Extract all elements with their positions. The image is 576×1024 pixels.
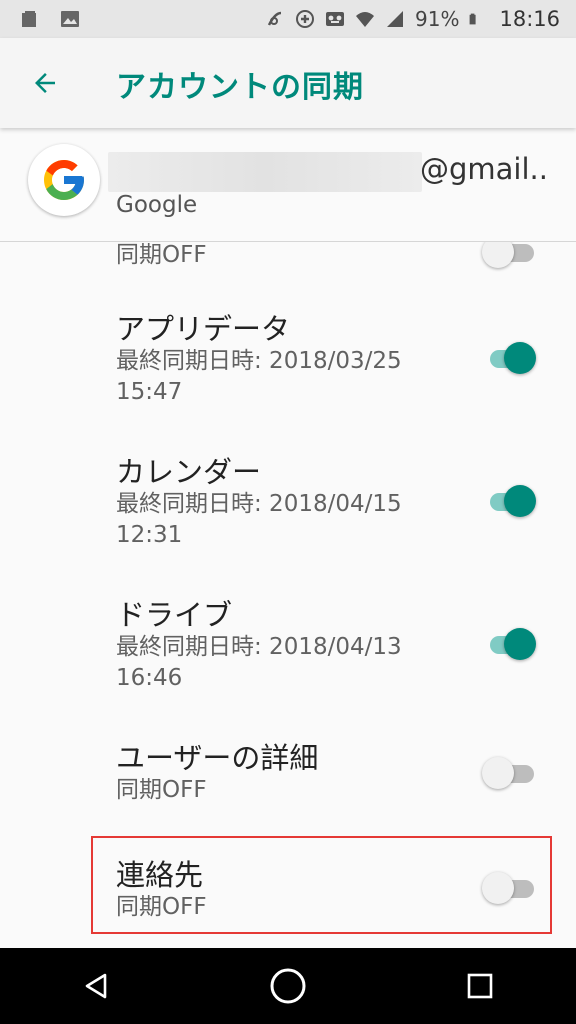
nav-home-icon xyxy=(270,968,306,1004)
sync-toggle[interactable] xyxy=(482,753,534,793)
status-bar: 91% 18:16 xyxy=(0,0,576,38)
image-icon xyxy=(61,11,79,27)
nfc-icon xyxy=(267,11,282,26)
sync-item-subtitle: 同期OFF xyxy=(116,777,207,803)
wifi-icon xyxy=(356,12,375,27)
sync-item-title: アプリデータ xyxy=(116,312,291,346)
nav-home-button[interactable] xyxy=(258,956,318,1016)
account-email: @gmail.. xyxy=(420,152,548,186)
toggle-thumb xyxy=(504,628,536,660)
sync-item-calendar[interactable]: カレンダー 最終同期日時: 2018/04/15 12:31 xyxy=(0,447,576,587)
sync-item-partial[interactable]: 同期OFF xyxy=(0,242,576,268)
sync-item-title: ドライブ xyxy=(116,598,233,632)
data-saver-icon xyxy=(296,10,315,28)
nav-recents-button[interactable] xyxy=(450,956,510,1016)
toggle-thumb xyxy=(482,242,514,268)
account-header: @gmail.. Google xyxy=(0,128,576,242)
navigation-bar xyxy=(0,948,576,1024)
account-avatar xyxy=(28,144,100,216)
sync-item-user-details[interactable]: ユーザーの詳細 同期OFF xyxy=(0,733,576,843)
sync-item-app-data[interactable]: アプリデータ 最終同期日時: 2018/03/25 15:47 xyxy=(0,304,576,444)
back-button[interactable] xyxy=(26,64,64,102)
voicemail-icon xyxy=(326,12,345,26)
account-type: Google xyxy=(116,192,198,218)
google-g-icon xyxy=(44,160,84,200)
app-bar: アカウントの同期 xyxy=(0,38,576,128)
cell-signal-icon xyxy=(387,11,404,27)
sync-item-subtitle: 同期OFF xyxy=(116,242,207,268)
sync-item-title: カレンダー xyxy=(116,455,262,489)
nav-recents-icon xyxy=(467,973,493,999)
nav-back-icon xyxy=(85,973,107,999)
sync-toggle[interactable] xyxy=(482,338,536,378)
notification-app-icon xyxy=(22,11,36,27)
sync-item-subtitle: 最終同期日時: 2018/04/13 16:46 xyxy=(116,634,402,691)
sync-toggle[interactable] xyxy=(482,242,534,272)
toggle-thumb xyxy=(482,757,514,789)
toggle-thumb xyxy=(504,485,536,517)
redacted-email-block xyxy=(108,152,422,192)
clock: 18:16 xyxy=(499,7,560,31)
arrow-back-icon xyxy=(35,73,55,93)
sync-item-title: ユーザーの詳細 xyxy=(116,741,319,775)
sync-item-subtitle: 最終同期日時: 2018/04/15 12:31 xyxy=(116,491,402,548)
sync-toggle[interactable] xyxy=(482,624,536,664)
sync-toggle[interactable] xyxy=(482,481,536,521)
battery-percent: 91% xyxy=(415,7,460,31)
battery-icon xyxy=(470,13,477,25)
page-title: アカウントの同期 xyxy=(116,70,364,105)
toggle-thumb xyxy=(504,342,536,374)
highlight-box xyxy=(91,836,552,934)
sync-item-subtitle: 最終同期日時: 2018/03/25 15:47 xyxy=(116,348,402,405)
nav-back-button[interactable] xyxy=(66,956,126,1016)
sync-item-drive[interactable]: ドライブ 最終同期日時: 2018/04/13 16:46 xyxy=(0,590,576,730)
